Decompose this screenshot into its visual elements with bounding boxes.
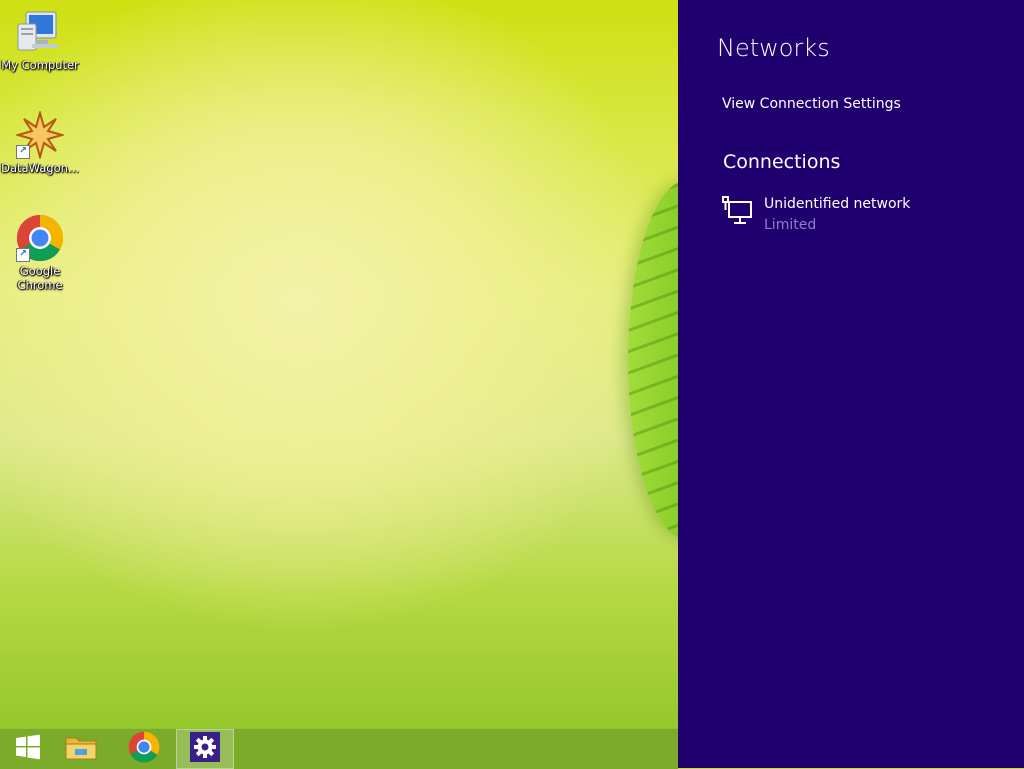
taskbar-file-explorer[interactable] — [53, 729, 109, 769]
datawagon-icon: ↗ — [14, 109, 66, 161]
desktop-icon-label: DataWagon... — [1, 161, 79, 175]
taskbar-chrome[interactable] — [116, 729, 172, 769]
desktop-wallpaper — [0, 0, 678, 728]
taskbar — [0, 728, 678, 769]
view-connection-settings-link[interactable]: View Connection Settings — [722, 96, 901, 112]
desktop-icon-my-computer[interactable]: My Computer — [0, 8, 80, 72]
connections-heading: Connections — [723, 151, 841, 173]
connection-name: Unidentified network — [764, 196, 911, 212]
start-button[interactable] — [0, 729, 56, 769]
shortcut-arrow-icon: ↗ — [16, 248, 30, 262]
settings-gear-icon — [190, 732, 220, 766]
panel-title: Networks — [717, 34, 830, 62]
chrome-icon — [128, 731, 160, 767]
desktop-icon-label: My Computer — [1, 58, 79, 72]
desktop-icon-label: Google Chrome — [17, 264, 63, 292]
desktop-icon-datawagon[interactable]: ↗ DataWagon... — [0, 109, 80, 175]
desktop-icon-google-chrome[interactable]: ↗ Google Chrome — [0, 214, 80, 292]
connection-status: Limited — [764, 217, 817, 233]
shortcut-arrow-icon: ↗ — [16, 145, 30, 159]
ethernet-icon — [722, 196, 754, 230]
computer-icon — [16, 8, 64, 56]
wallpaper-leaf — [628, 180, 678, 540]
connection-item-unidentified-network[interactable]: Unidentified network Limited — [722, 193, 1002, 237]
networks-panel: Networks View Connection Settings Connec… — [678, 0, 1024, 768]
windows-start-icon — [15, 734, 41, 764]
file-explorer-icon — [64, 732, 98, 766]
chrome-icon: ↗ — [16, 214, 64, 262]
taskbar-settings[interactable] — [176, 729, 234, 769]
